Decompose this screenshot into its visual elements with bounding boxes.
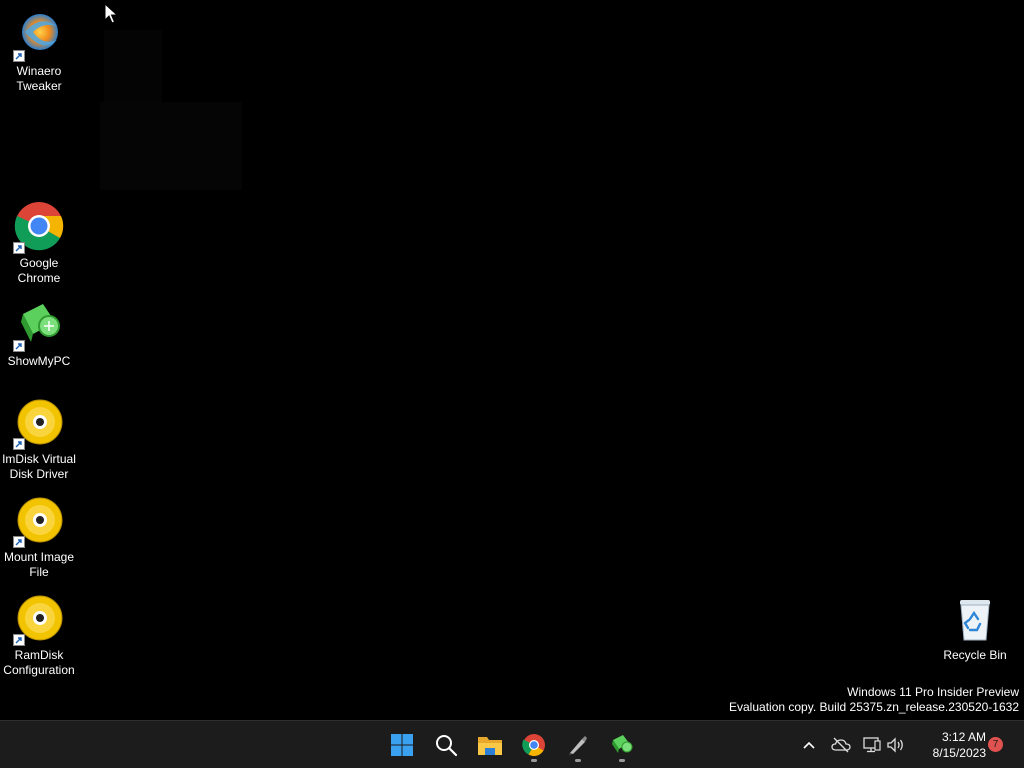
desktop-icon-label: Chrome	[17, 271, 61, 285]
disc-icon	[13, 594, 65, 646]
shortcut-arrow-icon	[13, 536, 25, 548]
chevron-up-icon	[803, 741, 815, 749]
show-hidden-icons-button[interactable]	[798, 734, 820, 756]
windows-evaluation-watermark: Windows 11 Pro Insider Preview Evaluatio…	[729, 685, 1019, 715]
clock-time: 3:12 AM	[941, 730, 986, 744]
network-icon	[863, 737, 881, 753]
onedrive-status-button[interactable]	[830, 734, 852, 756]
desktop-icon-showmypc[interactable]: ShowMyPC	[0, 300, 78, 369]
desktop-icon-mount-image-file[interactable]: Mount Image File	[0, 496, 78, 580]
file-explorer-button[interactable]	[472, 727, 508, 763]
watermark-line: Windows 11 Pro Insider Preview	[847, 685, 1019, 699]
taskbar: 3:12 AM 8/15/2023 7	[0, 720, 1024, 768]
clock-date: 8/15/2023	[932, 746, 986, 760]
desktop-icon-label: Winaero	[16, 64, 62, 78]
watermark-line: Evaluation copy. Build 25375.zn_release.…	[729, 700, 1019, 714]
recycle-bin-label: Recycle Bin	[943, 648, 1007, 662]
notification-badge[interactable]: 7	[988, 737, 1003, 752]
desktop-icon-google-chrome[interactable]: Google Chrome	[0, 202, 78, 286]
winaero-tweaker-icon	[13, 10, 65, 62]
desktop-icon-imdisk[interactable]: ImDisk Virtual Disk Driver	[0, 398, 78, 482]
desktop-shadow-artifact	[104, 30, 162, 102]
start-icon	[391, 734, 413, 756]
recycle-bin-icon	[949, 594, 1001, 646]
volume-button[interactable]	[885, 734, 907, 756]
desktop-icon-winaero-tweaker[interactable]: Winaero Tweaker	[0, 10, 78, 94]
desktop-icon-label: Google	[19, 256, 59, 270]
desktop-icon-label: Disk Driver	[9, 467, 69, 481]
desktop-icon-label: RamDisk	[14, 648, 64, 662]
desktop-shadow-artifact	[100, 102, 242, 190]
taskbar-chrome-button[interactable]	[516, 727, 552, 763]
showmypc-icon	[13, 300, 65, 352]
disc-icon	[13, 398, 65, 450]
clock-button[interactable]: 3:12 AM 8/15/2023	[912, 729, 986, 761]
search-icon	[436, 735, 458, 757]
shortcut-arrow-icon	[13, 634, 25, 646]
mouse-cursor-icon	[104, 3, 118, 24]
network-button[interactable]	[861, 734, 883, 756]
desktop-icon-label: ImDisk Virtual	[2, 452, 76, 466]
showmypc-icon	[612, 735, 633, 753]
desktop[interactable]: Winaero Tweaker Google Chrome ShowMyPC I…	[0, 0, 1024, 720]
desktop-icon-recycle-bin[interactable]: Recycle Bin	[936, 594, 1014, 663]
file-explorer-icon	[478, 737, 502, 755]
desktop-icon-label: ShowMyPC	[7, 354, 71, 368]
chrome-icon	[13, 202, 65, 254]
running-indicator	[575, 759, 581, 762]
disc-icon	[13, 496, 65, 548]
desktop-icon-ramdisk-configuration[interactable]: RamDisk Configuration	[0, 594, 78, 678]
speaker-icon	[887, 737, 903, 753]
desktop-icon-label: Tweaker	[16, 79, 62, 93]
desktop-icon-label: Mount Image	[3, 550, 75, 564]
shortcut-arrow-icon	[13, 242, 25, 254]
running-indicator	[619, 759, 625, 762]
chrome-icon	[522, 734, 545, 756]
shortcut-arrow-icon	[13, 340, 25, 352]
running-indicator	[531, 759, 537, 762]
desktop-icon-label: Configuration	[3, 663, 75, 677]
search-button[interactable]	[428, 727, 464, 763]
start-button[interactable]	[384, 727, 420, 763]
shortcut-arrow-icon	[13, 438, 25, 450]
desktop-icon-label: File	[29, 565, 49, 579]
pen-app-icon	[569, 736, 587, 755]
taskbar-pen-app-button[interactable]	[560, 727, 596, 763]
taskbar-showmypc-button[interactable]	[604, 727, 640, 763]
cloud-offline-icon	[831, 737, 851, 753]
shortcut-arrow-icon	[13, 50, 25, 62]
